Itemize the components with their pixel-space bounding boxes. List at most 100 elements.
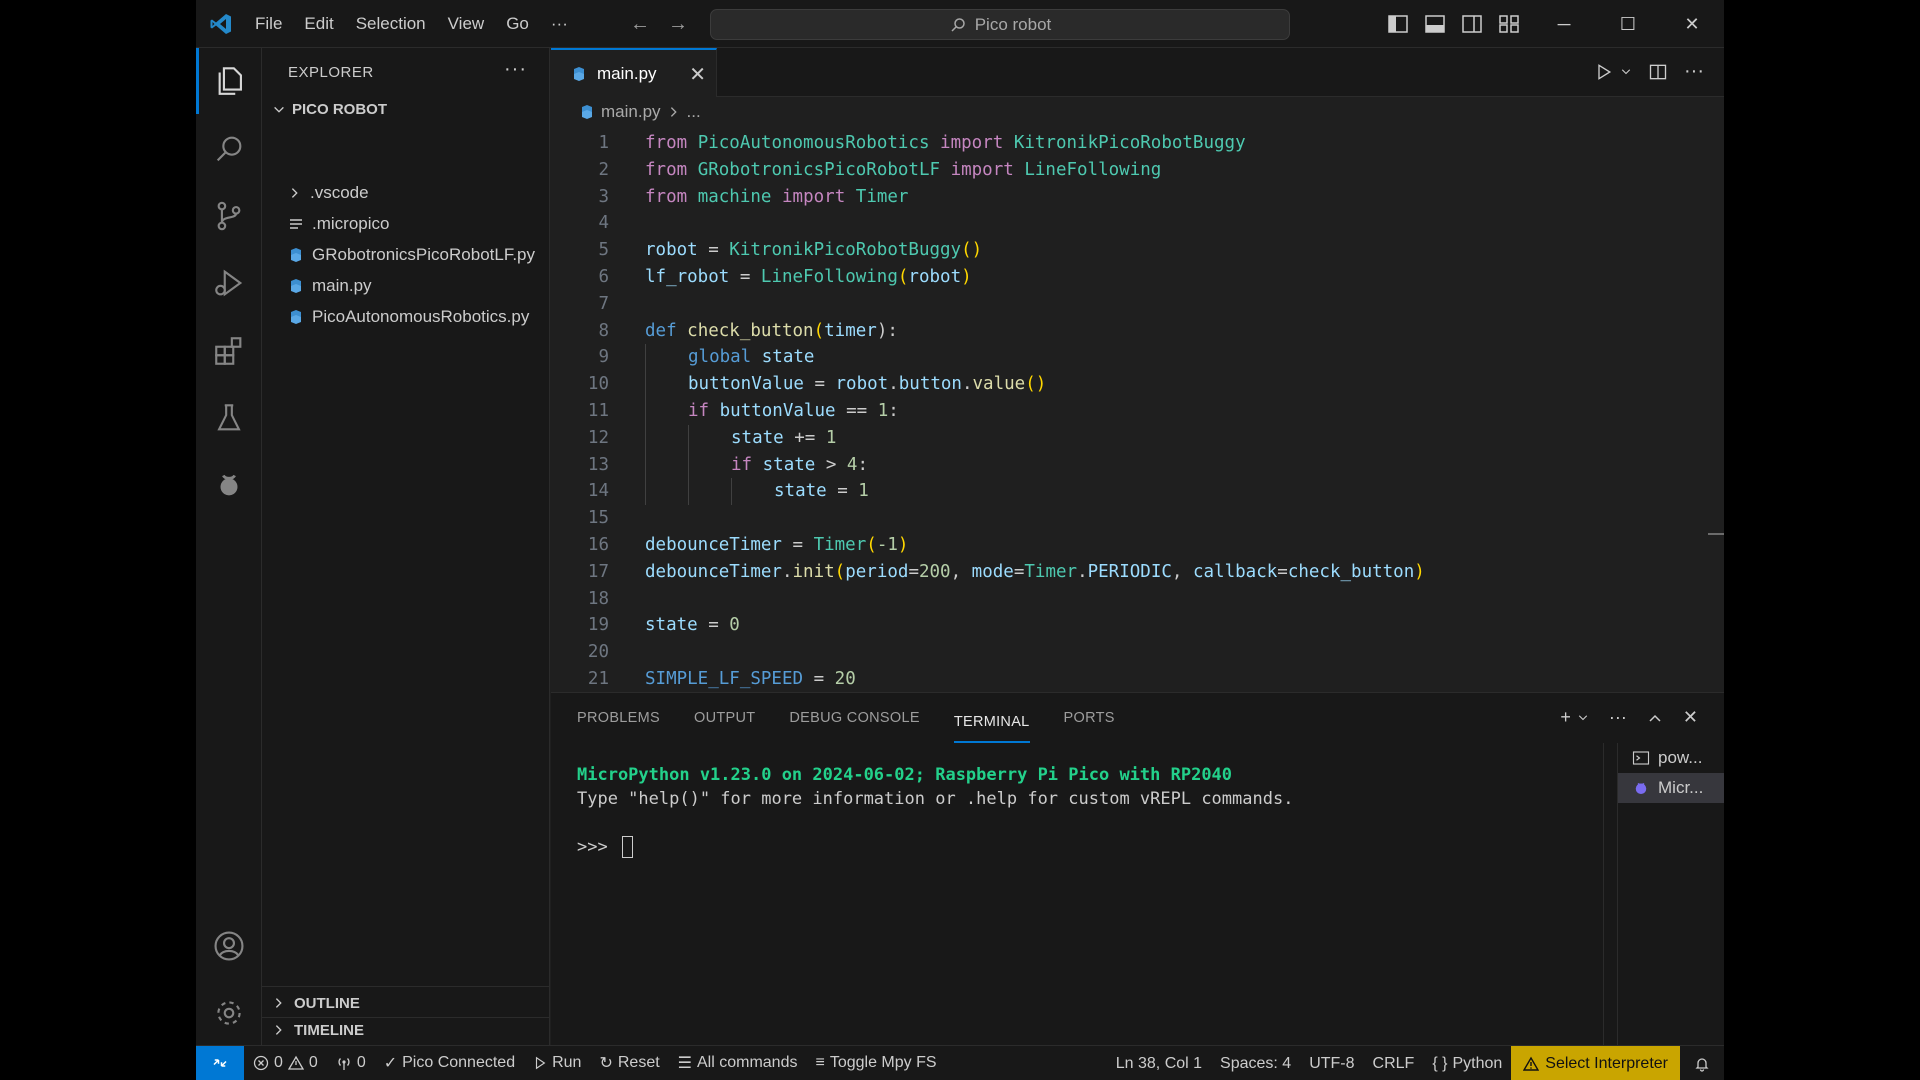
activity-manage[interactable] [196,980,262,1046]
remote-indicator-icon[interactable] [196,1045,244,1080]
close-window-icon[interactable]: ✕ [1660,0,1724,48]
breadcrumb-file[interactable]: main.py [601,102,661,122]
back-arrow-icon[interactable]: ← [628,12,652,36]
indentation[interactable]: Spaces: 4 [1211,1046,1300,1080]
terminal-output[interactable]: MicroPython v1.23.0 on 2024-06-02; Raspb… [577,763,1293,859]
tree-item-label: PicoAutonomousRobotics.py [312,307,530,326]
tab-output[interactable]: OUTPUT [694,693,755,743]
tab-problems[interactable]: PROBLEMS [577,693,660,743]
activity-explorer[interactable] [196,48,262,114]
code-line: 4 [551,210,1724,237]
terminal-prompt-line: >>> [577,835,1293,859]
close-icon[interactable]: ✕ [689,62,706,87]
close-panel-icon[interactable]: ✕ [1683,707,1698,728]
line-number: 9 [598,347,609,368]
check-icon: ✓ [383,1055,398,1072]
layout-controls [1386,12,1521,36]
menu-edit[interactable]: Edit [293,0,344,48]
status-bar: 0 0 0 ✓ Pico Connected Run ↻ Reset ☰ All… [196,1045,1724,1080]
breadcrumb-symbols[interactable]: ... [687,102,701,122]
menu-file[interactable]: File [244,0,293,48]
braces-icon: { } [1432,1054,1448,1072]
terminal-item-micropython[interactable]: Micr... [1618,773,1724,803]
activity-source-control[interactable] [196,183,262,249]
toggle-panel-icon[interactable] [1423,12,1447,36]
more-actions-icon[interactable]: ··· [1609,707,1627,728]
code-line: 15 [551,505,1724,532]
maximize-icon[interactable]: ☐ [1596,0,1660,48]
activity-extensions[interactable] [196,318,262,384]
activity-search[interactable] [196,116,262,182]
tab-debug-console[interactable]: DEBUG CONSOLE [789,693,919,743]
line-number: 10 [587,374,609,395]
code-line: 18 [551,586,1724,613]
line-number: 19 [587,615,609,636]
maximize-panel-icon[interactable] [1647,710,1663,726]
notifications-bell-icon[interactable] [1680,1046,1724,1080]
run-play-icon[interactable] [1594,62,1614,82]
code-line: 9 global state [551,344,1724,372]
toggle-primary-sidebar-icon[interactable] [1386,12,1410,36]
terminal-item-powershell[interactable]: pow... [1618,743,1724,773]
workspace-folder[interactable]: PICO ROBOT [272,101,387,118]
python-file-icon [582,105,592,119]
code-line: 17 debounceTimer.init(period=200, mode=Ti… [551,559,1724,586]
menu-go[interactable]: Go [495,0,540,48]
activity-testing[interactable] [196,385,262,451]
timeline-section[interactable]: TIMELINE [272,1015,364,1045]
tree-item-main-py[interactable]: main.py [288,271,372,301]
all-commands-button[interactable]: ☰ All commands [669,1046,807,1080]
outline-label: OUTLINE [294,994,360,1012]
tree-item-micropico[interactable]: .micropico [288,209,389,239]
encoding[interactable]: UTF-8 [1300,1046,1363,1080]
tab-terminal[interactable]: TERMINAL [953,701,1030,743]
outline-section[interactable]: OUTLINE [272,988,360,1018]
activity-accounts[interactable] [196,913,262,979]
tree-item-vscode[interactable]: .vscode [288,178,369,208]
menu-more[interactable]: ··· [540,0,579,48]
select-interpreter-button[interactable]: Select Interpreter [1511,1046,1680,1080]
ports-status[interactable]: 0 [327,1046,375,1080]
panel-actions: + ··· ✕ [1560,707,1698,728]
tab-ports[interactable]: PORTS [1064,693,1115,743]
chevron-right-icon [291,188,298,198]
code-line: 16 debounceTimer = Timer(-1) [551,532,1724,559]
toggle-mpy-fs-button[interactable]: ≡ Toggle Mpy FS [806,1046,945,1080]
title-bar: File Edit Selection View Go ··· ← → Pico… [196,0,1724,48]
menu-view[interactable]: View [437,0,496,48]
code-editor[interactable]: 1 from PicoAutonomousRobotics import Kitr… [551,130,1724,693]
customize-layout-icon[interactable] [1497,12,1521,36]
line-ending[interactable]: CRLF [1364,1046,1424,1080]
python-file-icon [574,66,584,81]
menu-selection[interactable]: Selection [345,0,437,48]
activity-micropico[interactable] [196,451,262,517]
toggle-secondary-sidebar-icon[interactable] [1460,12,1484,36]
pico-connected-status[interactable]: ✓ Pico Connected [375,1046,524,1080]
tree-item-label: .micropico [312,214,390,233]
cursor-position[interactable]: Ln 38, Col 1 [1107,1046,1211,1080]
tree-item-grobotronics[interactable]: GRobotronicsPicoRobotLF.py [288,240,535,270]
broadcast-icon [338,1058,350,1070]
code-line: 13 if state > 4: [551,451,1724,479]
run-button[interactable]: Run [524,1046,590,1080]
tree-item-pico-autonomous[interactable]: PicoAutonomousRobotics.py [288,302,529,332]
more-actions-icon[interactable]: ··· [1684,60,1704,83]
problems-status[interactable]: 0 0 [244,1046,327,1080]
split-editor-icon[interactable] [1648,62,1668,82]
minimize-icon[interactable]: ─ [1532,0,1596,48]
explorer-more-actions[interactable]: ··· [504,58,527,81]
language-mode[interactable]: { } Python [1423,1046,1511,1080]
new-terminal-icon[interactable]: + [1560,707,1571,728]
chevron-down-icon[interactable] [1577,712,1589,724]
forward-arrow-icon[interactable]: → [666,12,690,36]
command-center-search[interactable]: Pico robot [710,9,1290,40]
activity-run-debug[interactable] [196,250,262,316]
terminal-banner: MicroPython v1.23.0 on 2024-06-02; Raspb… [577,765,1233,785]
code-line: 10 buttonValue = robot.button.value() [551,371,1724,398]
line-number: 20 [587,642,609,663]
tab-main-py[interactable]: main.py ✕ [551,48,717,97]
search-text: Pico robot [974,14,1052,34]
editor-actions: ··· [1594,60,1704,83]
chevron-down-icon[interactable] [1620,66,1632,78]
reset-button[interactable]: ↻ Reset [590,1046,668,1080]
